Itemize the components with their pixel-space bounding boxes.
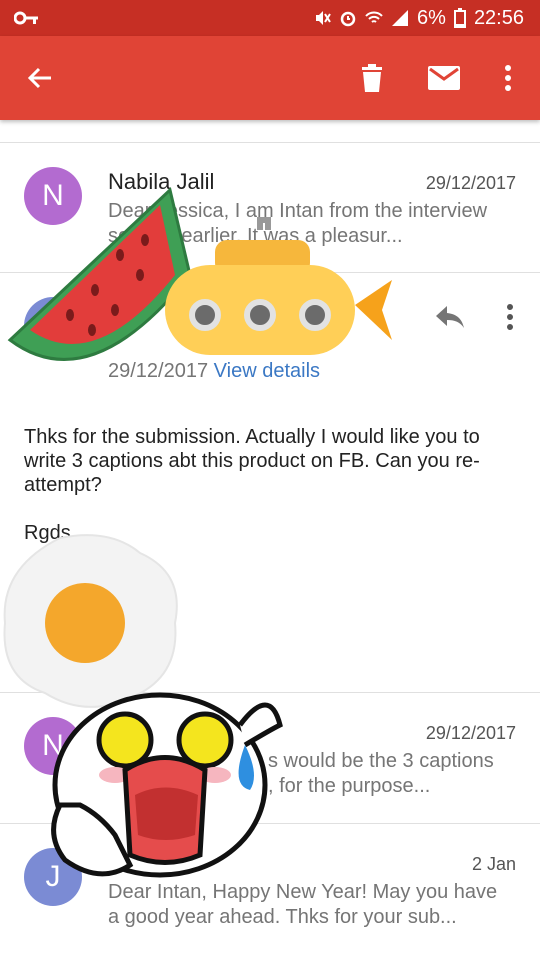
snippet-line: a good year ahead. Thks for your sub...: [108, 906, 457, 928]
snippet-line: s would be the 3 captions: [268, 750, 494, 772]
body-line: Thks for the submission. Actually I woul…: [24, 426, 480, 448]
battery-icon: [453, 8, 466, 28]
delete-button[interactable]: [348, 54, 396, 102]
mail-icon: [428, 66, 460, 90]
signal-icon: [392, 10, 409, 26]
body-line: attempt?: [24, 474, 102, 496]
submarine-sticker: [165, 217, 392, 355]
back-button[interactable]: [16, 54, 64, 102]
screaming-character-sticker: [51, 692, 283, 878]
battery-percent: 6%: [417, 6, 446, 29]
key-icon: [14, 11, 38, 25]
reply-button[interactable]: [426, 293, 474, 341]
wifi-icon: [365, 11, 383, 23]
more-vert-icon: [507, 304, 513, 330]
message-date: 2 Jan: [471, 854, 516, 874]
status-bar: 6% 22:56: [0, 0, 540, 36]
reply-icon: [436, 306, 464, 328]
body-line: write 3 captions abt this product on FB.…: [24, 450, 480, 472]
message-date: 29/12/2017: [425, 723, 516, 743]
more-options-button[interactable]: [484, 54, 532, 102]
back-arrow-icon: [27, 67, 51, 89]
message-more-button[interactable]: [490, 293, 530, 341]
alarm-icon: [340, 11, 356, 27]
trash-icon: [362, 64, 382, 92]
app-toolbar: [0, 36, 540, 120]
message-body: Thks for the submission. Actually I woul…: [24, 425, 514, 545]
mute-icon: [316, 11, 331, 25]
mark-unread-button[interactable]: [420, 54, 468, 102]
message-date: 29/12/2017: [425, 173, 516, 193]
clock: 22:56: [473, 6, 524, 29]
more-vert-icon: [505, 65, 511, 91]
snippet-line: , for the purpose...: [268, 775, 431, 797]
